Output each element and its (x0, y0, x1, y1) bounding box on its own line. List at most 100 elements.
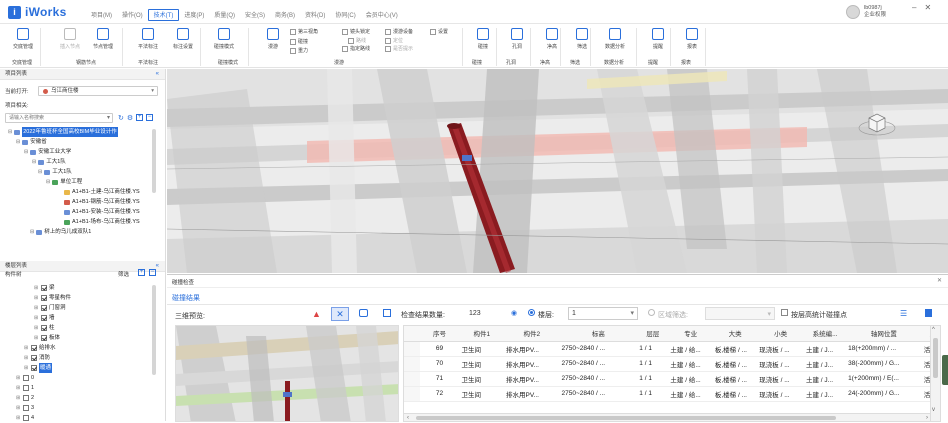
tree-toggle-icon[interactable]: ⊞ (16, 403, 21, 413)
ribbon-button-9[interactable]: 净高 (537, 28, 567, 50)
ribbon-button-3[interactable]: 平法标注 (133, 28, 163, 50)
component-checkbox[interactable] (41, 335, 47, 341)
ribbon-small-5[interactable]: 指定路线 (342, 45, 370, 52)
tree-toggle-icon[interactable]: ⊞ (34, 293, 39, 303)
tree-toggle-icon[interactable]: ⊞ (34, 333, 39, 343)
component-tree-item[interactable]: ⊞ 墙 (34, 313, 55, 323)
tree-item[interactable]: ⊟ 安徽省 (16, 137, 47, 147)
menu-item-1[interactable]: 操作(O) (117, 10, 148, 22)
ribbon-button-11[interactable]: 数据分析 (600, 28, 630, 50)
user-area[interactable]: lb0987j 企业权限 (846, 5, 886, 19)
column-header[interactable]: 构件2 (503, 326, 560, 342)
vertical-scrollbar[interactable]: ^ v (930, 326, 940, 421)
tree-toggle-icon[interactable]: ⊞ (16, 383, 21, 393)
ribbon-button-4[interactable]: 标注设置 (168, 28, 198, 50)
menu-item-0[interactable]: 项目(M) (86, 10, 117, 22)
ribbon-small-3[interactable]: 镜头锁定 (342, 28, 370, 35)
component-checkbox[interactable] (23, 405, 29, 411)
ribbon-button-10[interactable]: 筛选 (567, 28, 597, 50)
collapse-all-icon[interactable]: − (149, 269, 156, 276)
chevron-left-icon[interactable]: ‹ (407, 415, 409, 421)
column-header[interactable]: 专业 (668, 326, 713, 342)
column-header[interactable]: 轴网位置 (846, 326, 922, 342)
tree-toggle-icon[interactable]: ⊞ (16, 393, 21, 403)
floor-select[interactable]: 1 ▾ (568, 307, 638, 320)
search-input-box[interactable]: ▾ (5, 113, 113, 123)
component-tree-item[interactable]: ⊞ 柱 (34, 323, 55, 333)
region-select[interactable]: ▾ (705, 307, 775, 320)
window-icon[interactable] (383, 309, 391, 317)
ribbon-small-8[interactable]: 是否提示 (385, 45, 413, 52)
tree-item[interactable]: A1+B1-安装-乌江商住楼.YS (62, 207, 140, 217)
ribbon-small-1[interactable]: 碰撞 (290, 38, 308, 45)
component-checkbox[interactable] (41, 295, 47, 301)
ribbon-button-13[interactable]: 报表 (677, 28, 707, 50)
component-tree-item[interactable]: ⊞ 1 (16, 383, 34, 393)
table-row[interactable]: 72 卫生间 排水用PV... 2750~2840 / ... 1 / 1 土建 / 给.… (404, 386, 940, 402)
side-handle[interactable] (942, 355, 948, 385)
tree-toggle-icon[interactable]: ⊟ (32, 157, 36, 167)
filter-button[interactable]: 筛选 (118, 270, 129, 278)
column-header[interactable]: 层层 (637, 326, 669, 342)
tree-toggle-icon[interactable]: ⊞ (24, 343, 29, 353)
tree-toggle-icon[interactable]: ⊟ (8, 127, 12, 137)
component-tree-item[interactable]: ⊞ 0 (16, 373, 34, 383)
chevron-right-icon[interactable]: › (926, 415, 928, 421)
ribbon-button-2[interactable]: 节点管理 (88, 28, 118, 50)
tree-item[interactable]: ⊟ 2022年鲁班杯全国高校BIM毕业设计作 (8, 127, 118, 137)
close-icon[interactable]: ✕ (937, 277, 942, 284)
tree-item[interactable]: A1+B1-场布-乌江商住楼.YS (62, 217, 140, 227)
3d-preview[interactable] (175, 325, 399, 422)
component-tree-item[interactable]: ⊞ 消防 (24, 353, 50, 363)
column-header[interactable]: 标高 (559, 326, 638, 342)
tree-item[interactable]: ⊟ 单位工程 (46, 177, 82, 187)
column-header[interactable]: 系统编... (803, 326, 847, 342)
tree-item[interactable]: A1+B1-钢筋-乌江商住楼.YS (62, 197, 140, 207)
minimize-icon[interactable]: – (912, 3, 916, 12)
component-tree-item[interactable]: ⊞ 4 (16, 413, 34, 423)
component-checkbox[interactable] (41, 285, 47, 291)
tree-toggle-icon[interactable]: ⊞ (16, 373, 21, 383)
save-icon[interactable] (925, 309, 932, 317)
component-checkbox[interactable] (41, 315, 47, 321)
floor-radio[interactable] (528, 309, 535, 316)
refresh-icon[interactable]: ↻ (118, 114, 124, 122)
fit-view-icon[interactable]: ✕ (331, 307, 349, 321)
tree-toggle-icon[interactable]: ⊞ (16, 413, 21, 423)
component-scrollbar[interactable] (152, 285, 156, 375)
component-checkbox[interactable] (23, 375, 29, 381)
ribbon-button-0[interactable]: 交底管理 (8, 28, 38, 50)
color-icon[interactable]: ▲ (312, 309, 321, 319)
scrollbar-thumb[interactable] (933, 338, 938, 378)
column-header[interactable]: 构件1 (459, 326, 504, 342)
chevron-down-icon[interactable]: v (932, 407, 935, 413)
component-tree-item[interactable]: ⊞ 门窗洞 (34, 303, 66, 313)
ribbon-button-6[interactable]: 漫游 (258, 28, 288, 50)
tree-item[interactable]: ⊟ 安徽工业大学 (24, 147, 71, 157)
table-row[interactable]: 71 卫生间 排水用PV... 2750~2840 / ... 1 / 1 土建 / 给.… (404, 371, 940, 387)
tree-item[interactable]: A1+B1-土建-乌江商住楼.YS (62, 187, 140, 197)
tree-toggle-icon[interactable]: ⊟ (38, 167, 42, 177)
expand-icon[interactable]: + (136, 114, 144, 121)
gear-icon[interactable]: ⚙ (127, 114, 133, 122)
component-checkbox[interactable] (31, 345, 37, 351)
list-icon[interactable]: ☰ (900, 309, 907, 318)
chevron-up-icon[interactable]: ^ (932, 327, 935, 333)
component-checkbox[interactable] (41, 305, 47, 311)
table-row[interactable]: 70 卫生间 排水用PV... 2750~2840 / ... 1 / 1 土建 / 给.… (404, 356, 940, 372)
ribbon-small-7[interactable]: 定位 (385, 37, 403, 44)
table-row[interactable]: 69 卫生间 排水用PV... 2750~2840 / ... 1 / 1 土建 / 给.… (404, 341, 940, 357)
eye-icon[interactable]: ◉ (511, 309, 517, 317)
region-radio[interactable] (648, 309, 655, 316)
menu-item-3[interactable]: 进度(P) (179, 10, 209, 22)
search-input[interactable] (6, 114, 102, 122)
tree-toggle-icon[interactable]: ⊞ (34, 283, 39, 293)
tree-toggle-icon[interactable]: ⊟ (46, 177, 50, 187)
component-tree-item[interactable]: ⊞ 3 (16, 403, 34, 413)
menu-item-7[interactable]: 资料(D) (300, 10, 330, 22)
ribbon-button-5[interactable]: 碰撞模式 (209, 28, 239, 50)
collapse-icon[interactable]: « (156, 261, 159, 272)
tree-toggle-icon[interactable]: ⊟ (16, 137, 20, 147)
avatar[interactable] (846, 5, 860, 19)
component-checkbox[interactable] (23, 395, 29, 401)
